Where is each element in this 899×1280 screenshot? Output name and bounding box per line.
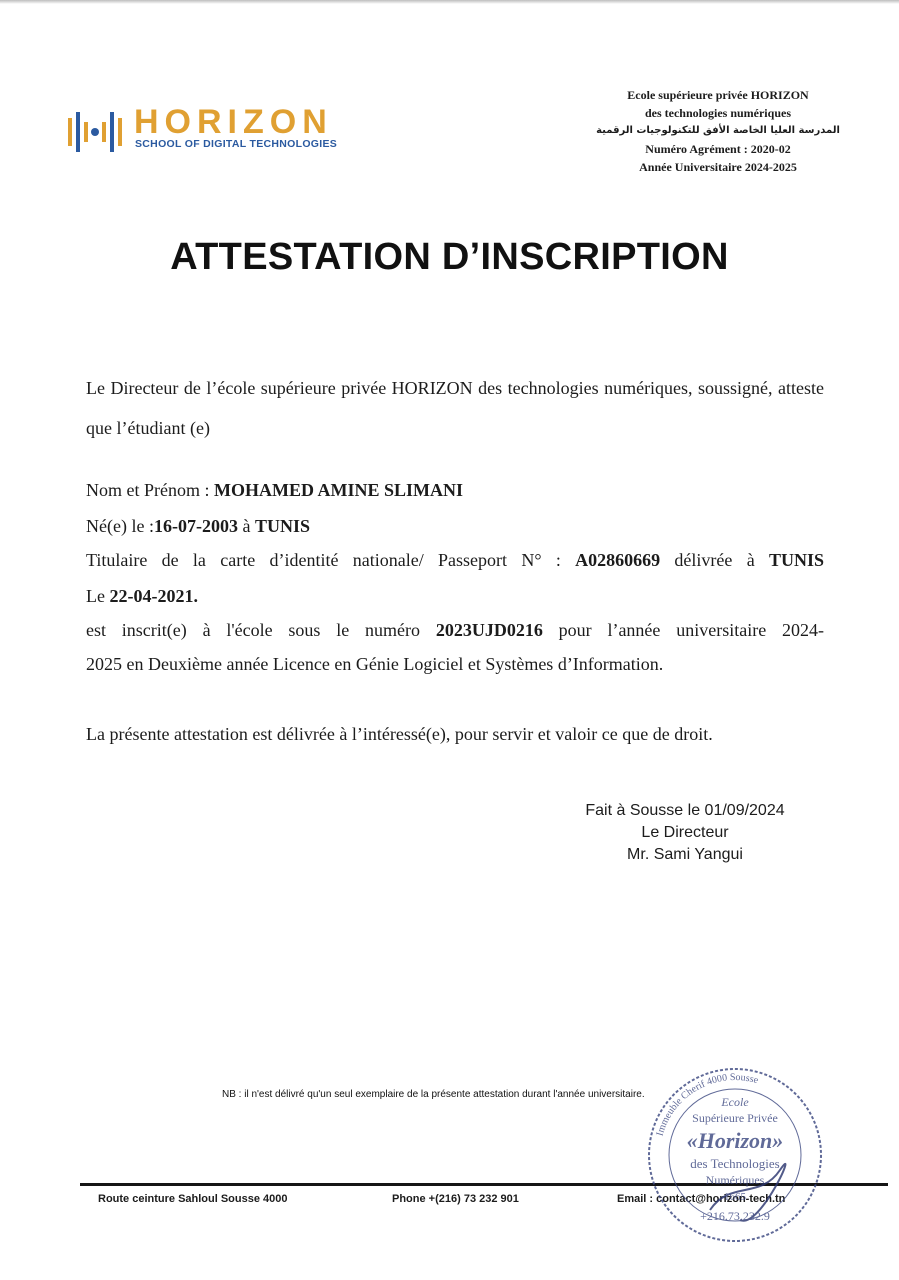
stamp-line4: des Technologies — [690, 1156, 779, 1171]
enrollment-number: 2023UJD0216 — [435, 620, 543, 640]
birth-place: TUNIS — [254, 516, 310, 536]
birth-label: Né(e) le : — [86, 516, 154, 536]
school-stamp-icon: Immeuble Cherif 4000 Sousse Ecole Supéri… — [648, 1068, 822, 1242]
id-connector: délivrée à — [660, 550, 769, 570]
logo-bars-icon — [68, 112, 122, 152]
birth-date: 16-07-2003 — [153, 516, 238, 536]
student-name-line: Nom et Prénom : MOHAMED AMINE SLIMANI — [86, 480, 463, 501]
document-title: ATTESTATION D’INSCRIPTION — [170, 236, 729, 278]
enrollment-line-2: 2025 en Deuxième année Licence en Génie … — [86, 654, 664, 674]
document-page: HORIZON SCHOOL OF DIGITAL TECHNOLOGIES E… — [0, 0, 899, 1280]
footnote: NB : il n'est délivré qu'un seul exempla… — [222, 1089, 645, 1100]
closing-sentence: La présente attestation est délivrée à l… — [86, 724, 713, 744]
issued-label: Le — [86, 586, 110, 606]
school-name-line2: des technologies numériques — [644, 106, 791, 120]
issued-line: Le 22-04-2021. — [86, 586, 198, 607]
birth-connector: à — [237, 516, 255, 536]
scan-edge — [0, 0, 899, 4]
id-line: Titulaire de la carte d’identité nationa… — [86, 550, 824, 571]
agreement-number: Numéro Agrément : 2020-02 — [645, 142, 791, 156]
signatory-role: Le Directeur — [641, 824, 729, 841]
logo-tagline: SCHOOL OF DIGITAL TECHNOLOGIES — [135, 138, 338, 150]
school-logo: HORIZON SCHOOL OF DIGITAL TECHNOLOGIES — [66, 100, 366, 164]
school-name-line1: Ecole supérieure privée HORIZON — [627, 88, 809, 102]
birth-line: Né(e) le :16-07-2003 à TUNIS — [86, 516, 310, 537]
student-name: MOHAMED AMINE SLIMANI — [214, 480, 464, 500]
school-name-arabic: المدرسة العليا الخاصة الأفق للتكنولوجيات… — [596, 125, 840, 136]
footer-address: Route ceinture Sahloul Sousse 4000 — [98, 1193, 288, 1205]
academic-year: Année Universitaire 2024-2025 — [639, 160, 797, 174]
school-info: Ecole supérieure privée HORIZON des tech… — [560, 86, 876, 176]
name-label: Nom et Prénom : — [86, 480, 214, 500]
logo-wordmark: HORIZON — [134, 103, 333, 141]
enroll-prefix: est inscrit(e) à l'école sous le numéro — [86, 620, 436, 640]
signature-block: Fait à Sousse le 01/09/2024 Le Directeur… — [520, 800, 850, 866]
place-date: Fait à Sousse le 01/09/2024 — [585, 802, 785, 819]
id-number: A02860669 — [575, 550, 661, 570]
issued-date: 22-04-2021. — [109, 586, 198, 606]
enrollment-line: est inscrit(e) à l'école sous le numéro … — [86, 620, 824, 641]
stamp-line2: Supérieure Privée — [692, 1111, 778, 1125]
enroll-suffix: pour l’année universitaire 2024- — [542, 620, 824, 640]
stamp-line3: «Horizon» — [687, 1128, 784, 1153]
stamp-line1: Ecole — [720, 1095, 749, 1109]
id-label: Titulaire de la carte d’identité nationa… — [86, 550, 576, 570]
id-place: TUNIS — [768, 550, 825, 570]
signatory-name: Mr. Sami Yangui — [627, 846, 743, 863]
stamp-line5: Numériques — [706, 1173, 765, 1187]
intro-paragraph: Le Directeur de l’école supérieure privé… — [86, 378, 824, 438]
footer-phone: Phone +(216) 73 232 901 — [392, 1193, 519, 1205]
